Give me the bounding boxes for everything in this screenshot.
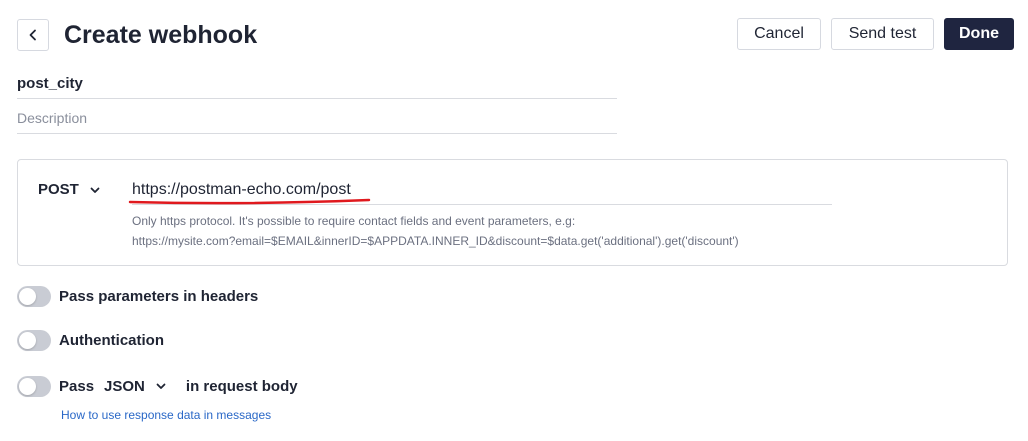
auth-option: Authentication: [17, 330, 164, 351]
method-value: POST: [38, 181, 79, 198]
body-format-value: JSON: [104, 377, 145, 395]
url-hint-line1: Only https protocol. It's possible to re…: [132, 214, 576, 228]
url-hint: Only https protocol. It's possible to re…: [132, 211, 739, 251]
description-input[interactable]: Description: [17, 106, 617, 134]
back-button[interactable]: [17, 19, 49, 51]
auth-toggle[interactable]: [17, 330, 51, 351]
headers-toggle[interactable]: [17, 286, 51, 307]
method-select[interactable]: POST: [38, 180, 100, 200]
response-data-help-link[interactable]: How to use response data in messages: [61, 407, 271, 423]
send-test-button[interactable]: Send test: [831, 18, 934, 50]
chevron-left-icon: [29, 29, 36, 41]
request-panel: POST https://postman-echo.com/post Only …: [17, 159, 1008, 266]
pass-body-option: Pass JSON in request body: [17, 376, 298, 397]
chevron-down-icon: [156, 383, 166, 389]
body-suffix-label: in request body: [185, 377, 298, 395]
pass-label: Pass: [59, 377, 95, 395]
headers-toggle-label: Pass parameters in headers: [59, 287, 259, 305]
chevron-down-icon: [90, 187, 100, 193]
webhook-name-input[interactable]: post_city: [17, 72, 617, 99]
body-format-select[interactable]: JSON: [104, 377, 166, 397]
headers-option: Pass parameters in headers: [17, 286, 258, 307]
cancel-button[interactable]: Cancel: [737, 18, 821, 50]
pass-body-toggle[interactable]: [17, 376, 51, 397]
url-hint-line2: https://mysite.com?email=$EMAIL&innerID=…: [132, 234, 739, 248]
auth-toggle-label: Authentication: [59, 331, 164, 349]
url-input[interactable]: https://postman-echo.com/post: [132, 178, 832, 205]
done-button[interactable]: Done: [944, 18, 1014, 50]
page-title: Create webhook: [64, 21, 258, 49]
